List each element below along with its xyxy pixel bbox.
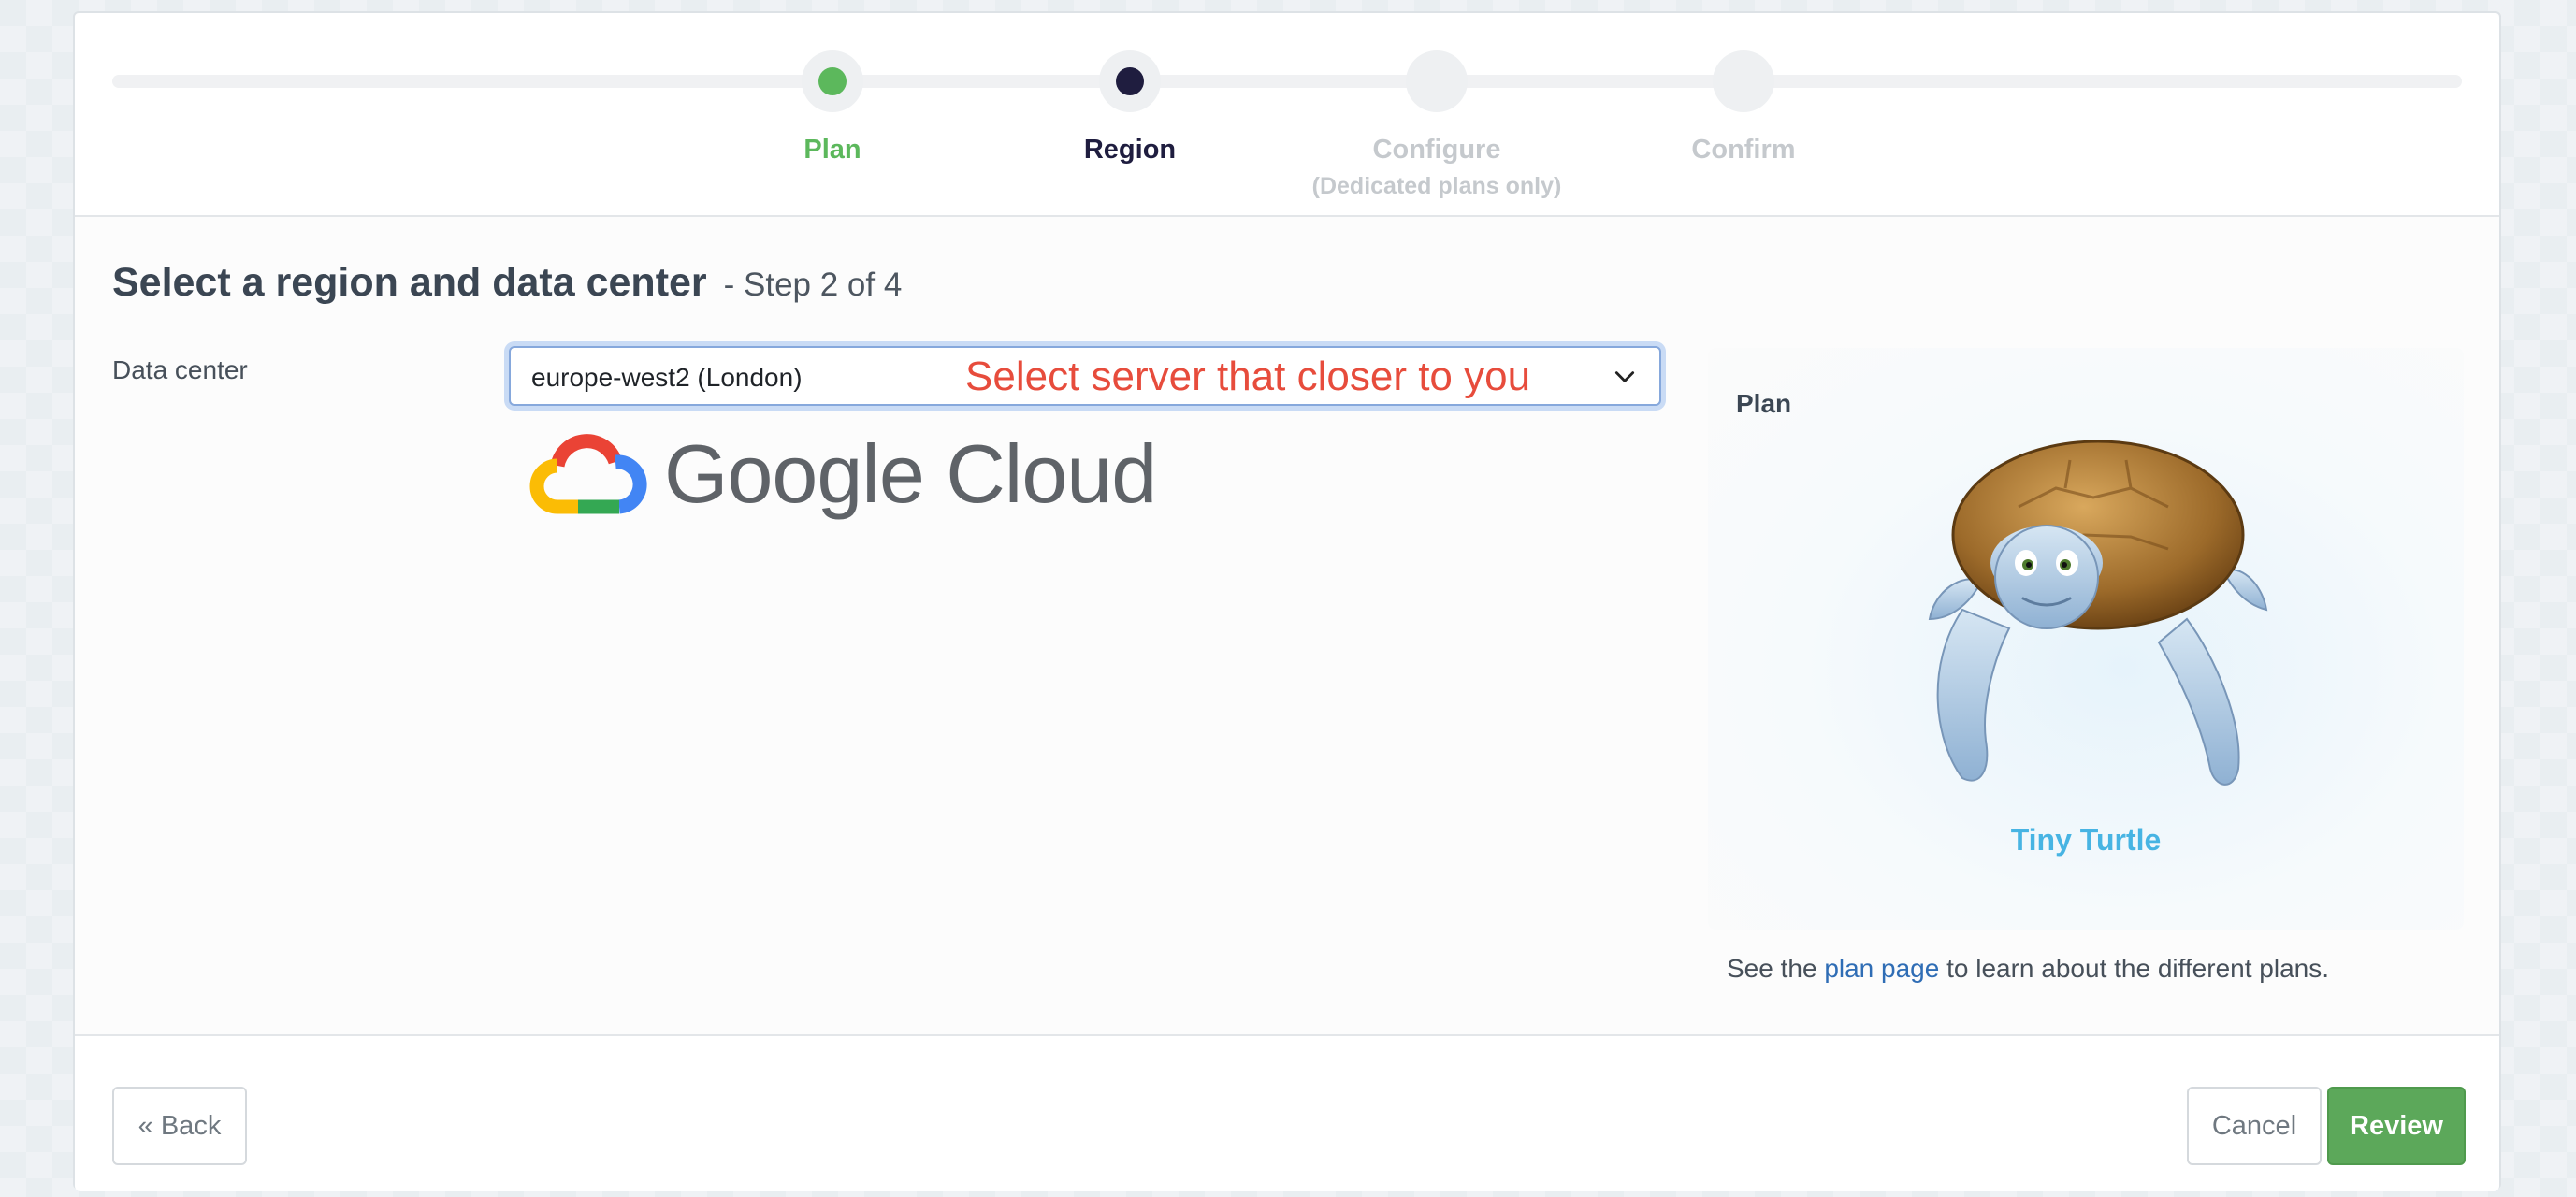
- plan-page-link[interactable]: plan page: [1824, 954, 1939, 983]
- turtle-mascot-icon: [1928, 440, 2268, 786]
- review-button[interactable]: Review: [2327, 1087, 2466, 1165]
- step-plan-dot: [818, 67, 847, 95]
- chevron-down-icon: [1614, 371, 1635, 382]
- progress-stepper: Plan Region Configure (Dedicated plans o…: [75, 13, 2499, 217]
- plan-panel: Plan Tiny Turtle: [1708, 348, 2464, 930]
- plan-panel-title: Plan: [1736, 389, 1792, 418]
- step-plan-label: Plan: [803, 135, 861, 165]
- step-plan-ring: [802, 50, 863, 112]
- page-title: Select a region and data center - Step 2…: [112, 260, 902, 306]
- step-region-dot: [1116, 67, 1144, 95]
- google-cloud-wordmark: Google Cloud: [664, 427, 1157, 520]
- plan-note-suffix: to learn about the different plans.: [1939, 954, 2329, 983]
- step-confirm-ring: [1713, 50, 1774, 112]
- step-configure-ring: [1406, 50, 1468, 112]
- wizard-footer: « Back Cancel Review: [75, 1034, 2499, 1191]
- annotation-text: Select server that closer to you: [965, 353, 1531, 399]
- step-region[interactable]: Region: [962, 50, 1298, 166]
- data-center-label: Data center: [112, 355, 248, 384]
- data-center-value: europe-west2 (London): [531, 363, 803, 392]
- step-configure-sublabel: (Dedicated plans only): [1311, 173, 1562, 199]
- plan-note-prefix: See the: [1727, 954, 1825, 983]
- step-plan[interactable]: Plan: [664, 50, 1001, 166]
- step-confirm-label: Confirm: [1691, 135, 1796, 165]
- wizard-card: Plan Region Configure (Dedicated plans o…: [73, 11, 2501, 1191]
- google-cloud-icon: [529, 434, 647, 514]
- plan-info-text: See the plan page to learn about the dif…: [1727, 954, 2329, 984]
- back-button[interactable]: « Back: [112, 1087, 247, 1165]
- step-region-ring: [1099, 50, 1161, 112]
- step-configure: Configure (Dedicated plans only): [1268, 50, 1605, 200]
- step-indicator: - Step 2 of 4: [723, 267, 903, 303]
- page-title-text: Select a region and data center: [112, 260, 707, 305]
- cancel-button[interactable]: Cancel: [2187, 1087, 2322, 1165]
- data-center-select[interactable]: europe-west2 (London) Select server that…: [509, 346, 1661, 406]
- step-region-label: Region: [1083, 135, 1177, 165]
- step-confirm: Confirm: [1575, 50, 1912, 166]
- plan-name: Tiny Turtle: [2010, 823, 2162, 857]
- google-cloud-logo: Google Cloud: [526, 425, 1157, 520]
- step-configure-label: Configure: [1372, 135, 1501, 165]
